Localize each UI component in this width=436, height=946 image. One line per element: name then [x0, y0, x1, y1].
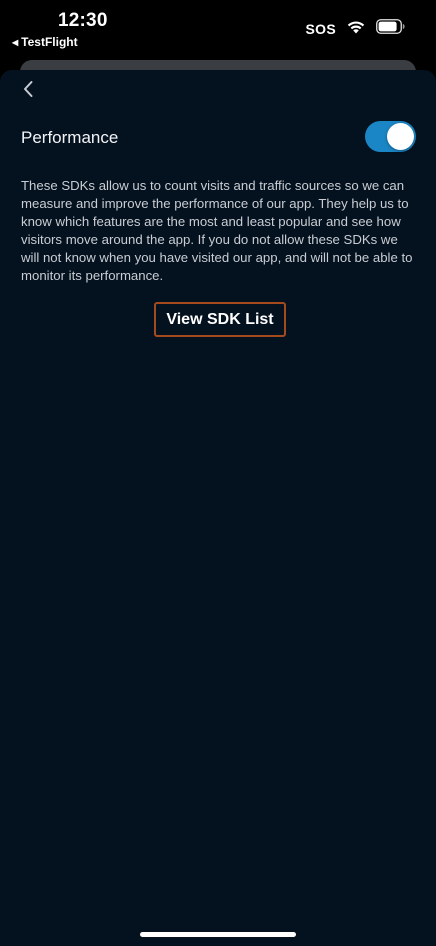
home-indicator[interactable]	[140, 932, 296, 937]
wifi-icon	[346, 19, 366, 39]
performance-title: Performance	[21, 128, 119, 147]
back-triangle-icon: ◀	[12, 37, 19, 47]
status-bar: 12:30 ◀ TestFlight SOS	[0, 0, 436, 56]
status-indicators: SOS	[306, 19, 406, 39]
view-sdk-list-button[interactable]: View SDK List	[154, 302, 286, 337]
app-screen: 12:30 ◀ TestFlight SOS Performance These…	[0, 0, 436, 946]
back-button[interactable]	[18, 78, 40, 100]
status-time: 12:30	[58, 10, 108, 31]
toggle-knob	[387, 123, 414, 150]
settings-sheet: Performance These SDKs allow us to count…	[0, 70, 436, 946]
chevron-left-icon	[24, 81, 33, 97]
back-to-app-link[interactable]: ◀ TestFlight	[12, 35, 78, 49]
performance-toggle[interactable]	[365, 121, 416, 152]
battery-icon	[376, 19, 406, 39]
sos-label: SOS	[305, 21, 336, 37]
back-app-label: TestFlight	[21, 35, 78, 49]
performance-description: These SDKs allow us to count visits and …	[21, 178, 413, 283]
